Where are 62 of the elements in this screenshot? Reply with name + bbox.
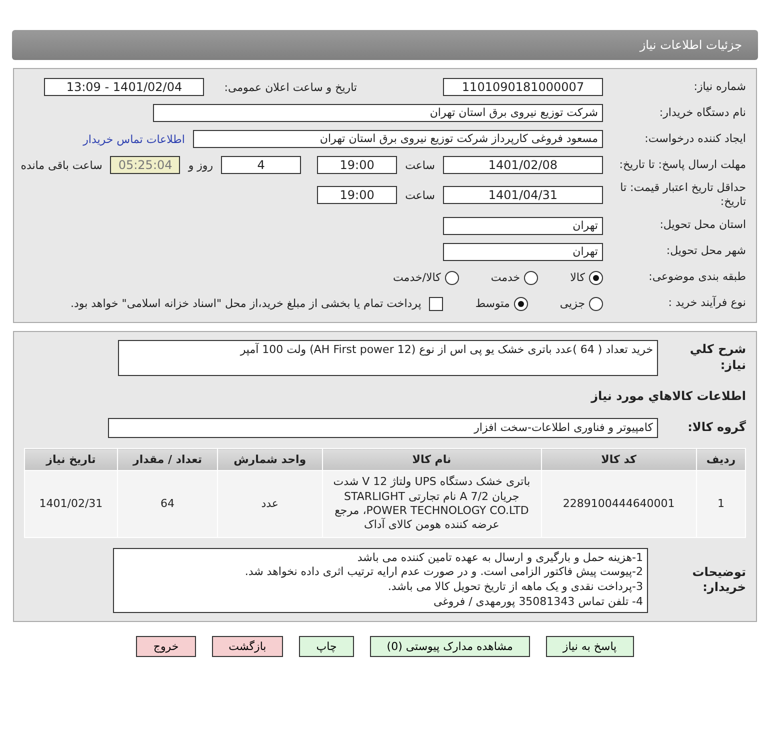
field-label: استان محل تحویل: xyxy=(658,218,746,233)
text-field[interactable]: 19:00 xyxy=(317,156,398,174)
field-label: شهر محل تحویل: xyxy=(665,244,746,259)
note-line: 3-پرداخت نقدی و یک ماهه از تاریخ تحویل کالا می باشد. xyxy=(386,580,643,596)
text-field[interactable]: 05:25:04 xyxy=(110,156,180,174)
table-cell: 64 xyxy=(117,470,218,538)
column-header: نام کالا xyxy=(322,448,542,471)
note-line: 2-پیوست پیش فاکتور الزامی است. و در صورت عدم ارایه ترتیب اثری داده نخواهد شد. xyxy=(244,565,643,580)
text-field[interactable]: شرکت توزیع نیروی برق استان تهران xyxy=(153,104,603,122)
action-button[interactable]: پاسخ به نیاز xyxy=(546,636,634,657)
field-label: طبقه بندی موضوعی: xyxy=(648,270,746,285)
field-label: نام دستگاه خریدار: xyxy=(658,106,746,120)
radio-option[interactable]: جزیی xyxy=(560,296,603,311)
table-cell: باتری خشک دستگاه UPS ولتاژ 12 V شدت جریان 7/2 A نام تجارتی STARLIGHT POWER TECHNOLOGY CO.LTD، مرجع عرضه کننده هومن کالای آداک xyxy=(322,470,542,538)
field-label: ساعت xyxy=(405,188,435,202)
action-button[interactable]: خروج xyxy=(136,636,196,657)
text-field[interactable]: 1401/04/31 xyxy=(443,186,603,204)
text-field[interactable]: 1401/02/08 xyxy=(443,156,603,174)
field-label: پرداخت تمام یا بخشی از مبلغ خرید،از محل "اسناد خزانه اسلامی" خواهد بود. xyxy=(70,297,422,310)
text-field[interactable]: 1101090181000007 xyxy=(443,78,603,96)
table-cell: 1401/02/31 xyxy=(24,470,118,538)
table-cell: 2289100444640001 xyxy=(541,470,696,538)
field-label: ساعت xyxy=(405,158,435,172)
radio-option[interactable]: کالا/خدمت xyxy=(393,270,459,285)
field-label: ایجاد کننده درخواست: xyxy=(644,132,746,146)
field-label: حداقل تاریخ اعتبار قیمت: تا تاریخ: xyxy=(619,181,746,210)
column-header: ردیف xyxy=(696,448,746,471)
field-label: نوع فرآیند خرید : xyxy=(667,296,746,311)
column-header: واحد شمارش xyxy=(218,448,322,471)
section-heading: اطلاعات کالاهاي مورد نياز xyxy=(590,388,746,404)
action-button[interactable]: مشاهده مدارک پیوستی (0) xyxy=(370,636,530,657)
column-header: تاریخ نیاز xyxy=(24,448,118,471)
field-label: توضیحات خریدار: xyxy=(691,564,746,596)
action-button[interactable]: بازگشت xyxy=(212,636,284,657)
payment-checkbox[interactable] xyxy=(429,296,444,311)
text-field[interactable]: تهران xyxy=(443,242,603,261)
field-label: شرح کلي نياز: xyxy=(688,342,746,374)
text-field[interactable]: 19:00 xyxy=(317,186,398,204)
column-header: کد کالا xyxy=(541,448,696,471)
radio-option[interactable]: خدمت xyxy=(490,270,538,285)
field-label: شماره نیاز: xyxy=(692,80,746,94)
table-cell: 1 xyxy=(696,470,746,538)
table-cell: عدد xyxy=(218,470,322,538)
radio-option[interactable]: متوسط xyxy=(475,296,528,311)
note-line: 1-هزینه حمل و بارگیری و ارسال به عهده تامین کننده می باشد xyxy=(356,550,643,566)
action-button[interactable]: چاپ xyxy=(299,636,354,657)
field-label: روز و xyxy=(188,158,214,172)
group-field: کامپیوتر و فناوری اطلاعات-سخت افزار xyxy=(108,418,658,438)
field-label: تاریخ و ساعت اعلان عمومی: xyxy=(224,80,357,94)
column-header: تعداد / مقدار xyxy=(117,448,218,471)
text-field[interactable]: مسعود فروغی کارپرداز شرکت توزیع نیروی برق استان تهران xyxy=(193,130,603,148)
field-label: گروه کالا: xyxy=(686,420,746,436)
text-field[interactable]: تهران xyxy=(443,216,603,235)
field-label: مهلت ارسال پاسخ: تا تاریخ: xyxy=(618,158,746,172)
radio-option[interactable]: کالا xyxy=(570,270,603,285)
text-field[interactable]: 4 xyxy=(221,156,302,174)
contact-link[interactable]: اطلاعات تماس خریدار xyxy=(83,132,185,146)
note-line: 4- تلفن تماس 35081343 پورمهدی / فروغی xyxy=(432,595,643,610)
description-box: خرید تعداد ( 64 )عدد باتری خشک یو پی اس از نوع (12 AH First power) ولت 100 آمپر xyxy=(118,340,658,376)
text-field[interactable]: 1401/02/04 - 13:09 xyxy=(44,78,204,96)
page-title: جزئیات اطلاعات نیاز xyxy=(640,38,742,52)
field-label: ساعت باقی مانده xyxy=(20,158,102,172)
